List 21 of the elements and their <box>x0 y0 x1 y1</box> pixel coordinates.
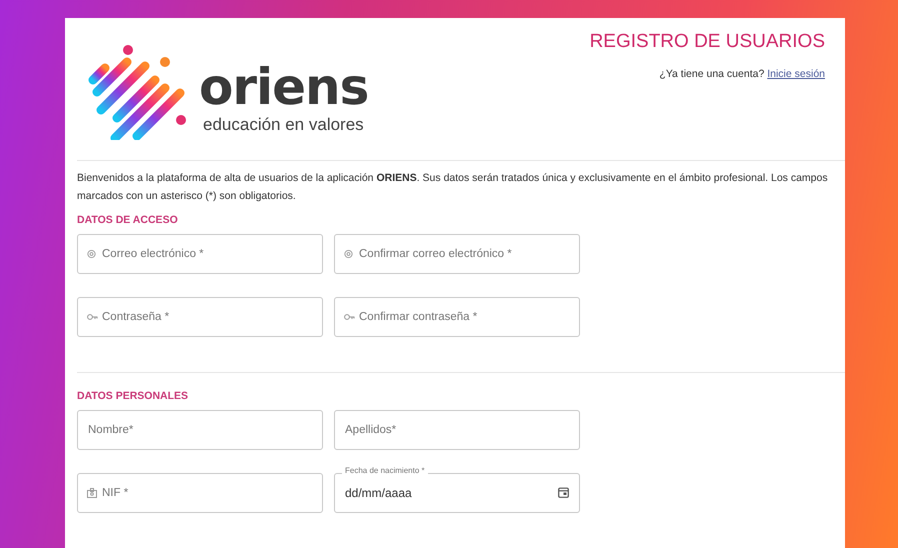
input-field[interactable]: Confirmar contraseña * <box>334 296 580 337</box>
page-title: REGISTRO DE USUARIOS <box>590 32 825 51</box>
input-field[interactable]: Apellidos* <box>334 410 580 450</box>
input-field[interactable]: Contraseña * <box>77 296 323 337</box>
field-label: Fecha de nacimiento * <box>342 466 428 474</box>
calendar-icon[interactable] <box>558 487 569 498</box>
id-card-icon <box>87 488 97 498</box>
input-field[interactable]: Correo electrónico * <box>77 234 323 274</box>
login-link[interactable]: Inicie sesión <box>767 68 825 80</box>
intro-paragraph: Bienvenidos a la plataforma de alta de usuarios de la aplicación ORIENS. Sus datos serán tratados única y exclusivamente en el ámbito profesional. Los campos marcados con un asterisco (*) son obligatorios. <box>77 171 829 204</box>
date-field[interactable]: dd/mm/aaaa <box>334 472 580 512</box>
key-icon <box>344 313 355 320</box>
input-field[interactable]: NIF * <box>77 472 323 512</box>
section-title: DATOS PERSONALES <box>77 388 190 404</box>
input-field[interactable]: Nombre* <box>77 410 323 450</box>
key-icon <box>87 313 98 320</box>
logo-tagline: educación en valores <box>203 116 365 133</box>
logo-wordmark: oriens <box>199 62 368 112</box>
account-prompt: ¿Ya tiene una cuenta? <box>659 68 764 80</box>
input-field[interactable]: Confirmar correo electrónico * <box>334 234 580 274</box>
section-title: DATOS DE ACCESO <box>77 213 179 228</box>
